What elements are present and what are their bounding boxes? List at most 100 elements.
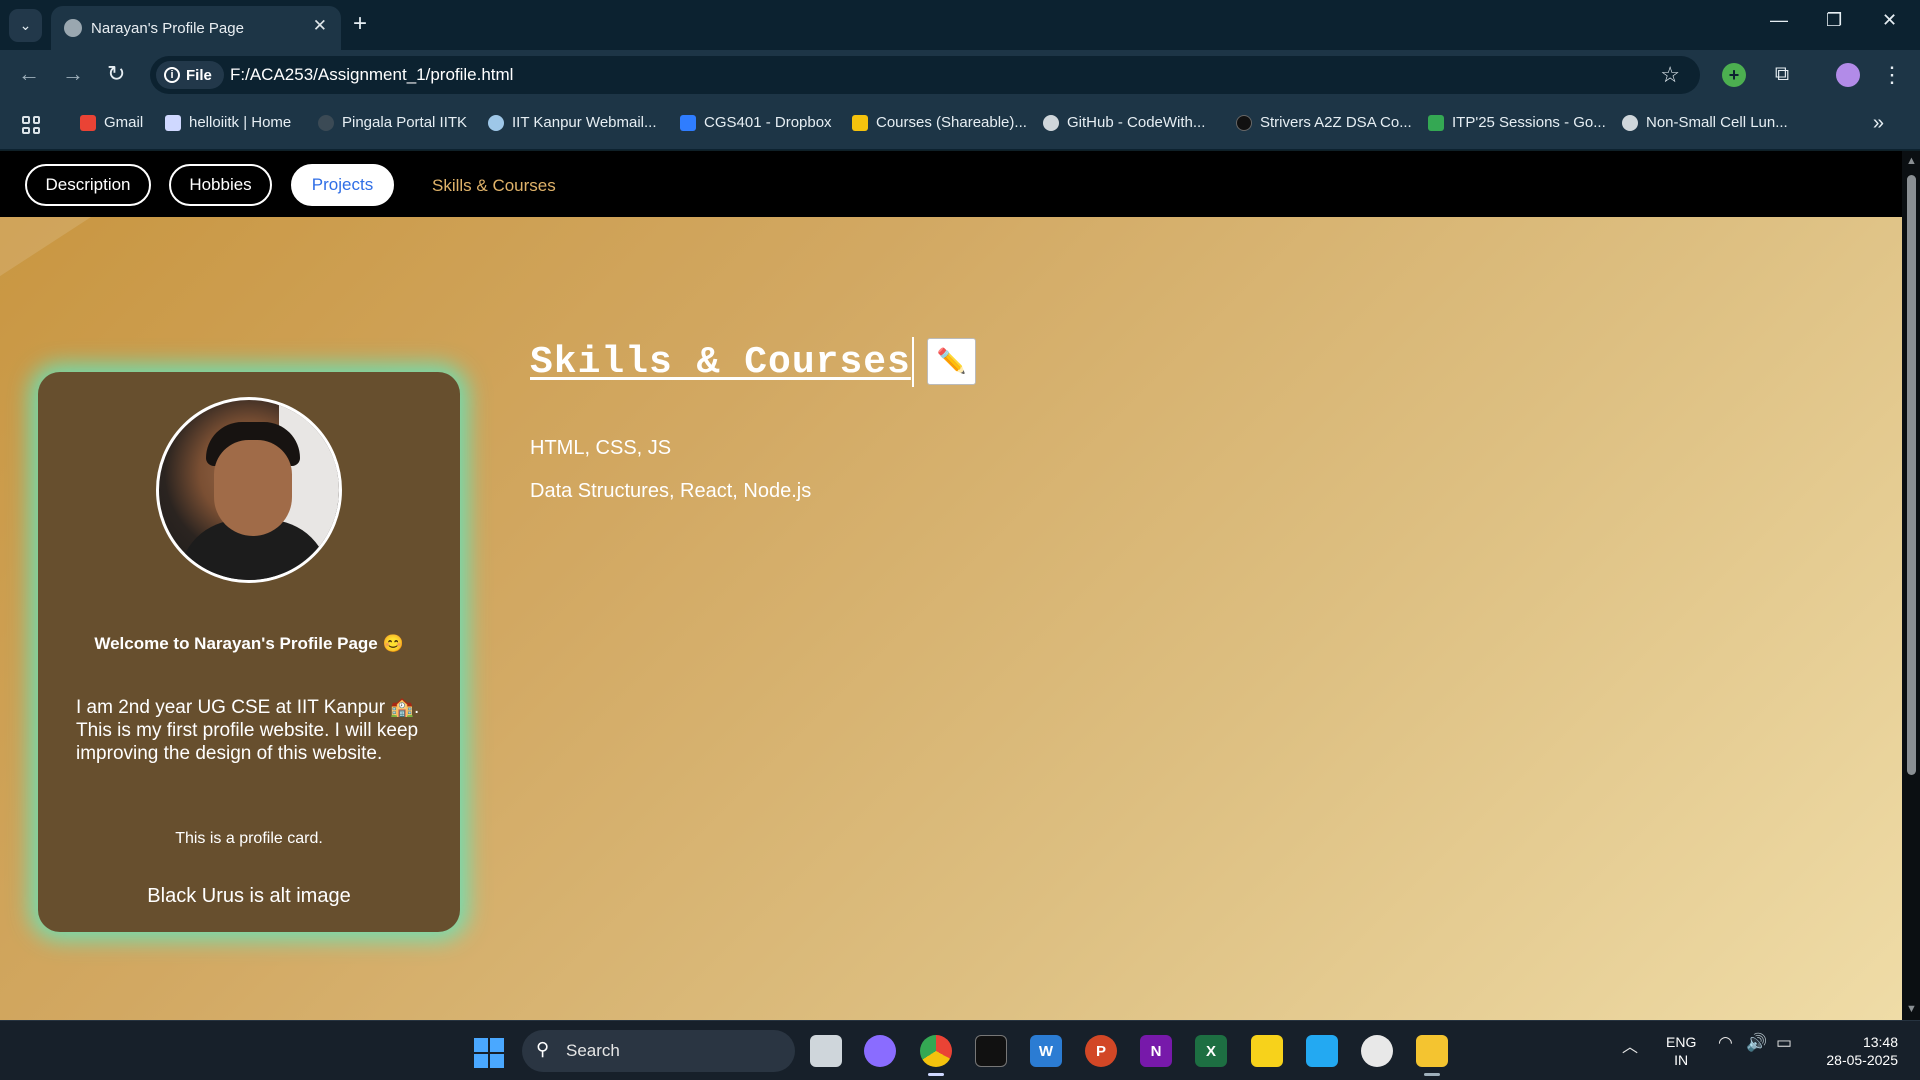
url-text[interactable]: F:/ACA253/Assignment_1/profile.html [230,65,513,85]
back-icon[interactable]: ← [18,62,40,86]
bookmark-webmail[interactable]: IIT Kanpur Webmail... [488,114,657,131]
windows-start-icon[interactable] [474,1038,504,1068]
powerpoint-icon[interactable]: P [1085,1035,1117,1067]
card-alt-text: Black Urus is alt image [147,885,351,907]
nav-description[interactable]: Description [25,164,151,206]
gmail-icon [80,114,96,131]
chrome-icon[interactable] [920,1035,952,1067]
extension-plus-icon[interactable]: + [1722,63,1746,87]
close-window-icon[interactable]: ✕ [1882,10,1897,31]
input-language[interactable]: ENG IN [1666,1033,1696,1069]
bookmark-dropbox[interactable]: CGS401 - Dropbox [680,114,832,131]
pencil-icon: ✏️ [936,348,967,375]
bookmark-label: Pingala Portal IITK [342,114,468,131]
tab-search-button[interactable]: ⌄ [9,9,42,42]
bookmark-label: IIT Kanpur Webmail... [512,114,657,131]
card-title: Welcome to Narayan's Profile Page 😊 [94,634,404,653]
system-clock[interactable]: 13:48 28-05-2025 [1812,1033,1898,1069]
onenote-icon[interactable]: N [1140,1035,1172,1067]
profile-photo [156,397,342,583]
vscode-icon[interactable] [1306,1035,1338,1067]
bookmark-github[interactable]: GitHub - CodeWith... [1043,114,1205,131]
bookmark-courses[interactable]: Courses (Shareable)... [852,114,1027,131]
bookmark-star-icon[interactable]: ☆ [1660,62,1680,88]
minimize-icon[interactable]: — [1770,10,1788,31]
scroll-up-icon[interactable]: ▲ [1906,155,1917,167]
volume-icon[interactable]: 🔊 [1746,1033,1767,1053]
info-icon: i [164,67,180,83]
taskbar: ⚲ Search W P N X ︿ ENG IN ◠ 🔊 ▭ 13:48 28… [0,1020,1920,1080]
bookmarks-overflow-icon[interactable]: » [1873,112,1884,135]
bookmarks-bar: Gmail helloiitk | Home Pingala Portal II… [0,100,1920,150]
page-viewport: Description Hobbies Projects Skills & Co… [0,151,1902,1020]
helloiitk-icon [165,114,181,131]
apps-grid-icon[interactable] [22,116,40,134]
restore-icon[interactable]: ❐ [1826,10,1842,31]
edit-button[interactable]: ✏️ [927,338,976,385]
battery-icon[interactable]: ▭ [1776,1033,1792,1053]
task-view-icon[interactable] [810,1035,842,1067]
dropbox-icon [680,114,696,131]
forward-icon[interactable]: → [62,62,84,86]
clock-time: 13:48 [1862,1034,1898,1050]
terminal-icon[interactable] [975,1035,1007,1067]
text-caret [912,337,914,387]
site-info-chip[interactable]: i File [156,61,224,89]
card-description: I am 2nd year UG CSE at IIT Kanpur 🏫. Th… [76,697,420,764]
taskbar-search[interactable]: ⚲ Search [522,1030,795,1072]
scroll-down-icon[interactable]: ▼ [1906,1003,1917,1015]
nav-hobbies[interactable]: Hobbies [169,164,272,206]
bookmark-strivers[interactable]: Strivers A2Z DSA Co... [1236,114,1412,131]
menu-dots-icon[interactable]: ⋮ [1880,63,1904,87]
tab-title: Narayan's Profile Page [91,19,244,37]
browser-toolbar: ← → ↻ i File F:/ACA253/Assignment_1/prof… [0,50,1920,100]
drive-icon [1428,114,1444,131]
chevron-down-icon: ⌄ [19,17,32,33]
bookmark-gmail[interactable]: Gmail [80,114,143,131]
skill-line-1: HTML, CSS, JS [530,437,672,459]
nav-skills[interactable]: Skills & Courses [432,176,556,196]
reload-icon[interactable]: ↻ [107,62,125,86]
profile-avatar-icon[interactable] [1836,63,1860,87]
tab-strip: ⌄ Narayan's Profile Page ✕ + — ❐ ✕ [0,0,1920,50]
taskbar-search-label: Search [566,1041,620,1060]
wifi-icon[interactable]: ◠ [1718,1033,1733,1053]
file-explorer-icon[interactable] [1416,1035,1448,1067]
sticky-notes-icon[interactable] [1251,1035,1283,1067]
close-tab-icon[interactable]: ✕ [313,16,327,36]
penguin-app-icon[interactable] [1361,1035,1393,1067]
bookmark-nsclc[interactable]: Non-Small Cell Lun... [1622,114,1788,131]
bookmark-pingala[interactable]: Pingala Portal IITK [318,114,467,131]
skills-heading[interactable]: Skills & Courses [530,341,911,384]
browser-tab[interactable]: Narayan's Profile Page ✕ [51,6,341,50]
region-code: IN [1674,1052,1689,1068]
bookmark-helloiitk[interactable]: helloiitk | Home [165,114,291,131]
clock-date: 28-05-2025 [1826,1052,1898,1068]
chrome-active-indicator [928,1073,944,1076]
word-icon[interactable]: W [1030,1035,1062,1067]
bookmark-itp[interactable]: ITP'25 Sessions - Go... [1428,114,1606,131]
address-bar[interactable]: i File F:/ACA253/Assignment_1/profile.ht… [150,56,1700,94]
extensions-puzzle-icon[interactable]: ⧉ [1770,63,1794,87]
drive-icon [852,114,868,131]
new-tab-button[interactable]: + [353,10,367,38]
page-scrollbar[interactable]: ▲ ▼ [1902,151,1920,1020]
scroll-thumb[interactable] [1907,175,1916,775]
excel-icon[interactable]: X [1195,1035,1227,1067]
card-note: This is a profile card. [175,830,323,847]
nav-projects[interactable]: Projects [291,164,394,206]
bookmark-label: Gmail [104,114,144,131]
bookmark-label: helloiitk | Home [189,114,292,131]
bookmark-label: Courses (Shareable)... [876,114,1027,131]
profile-card: Welcome to Narayan's Profile Page 😊 I am… [38,372,460,932]
search-icon: ⚲ [536,1039,550,1059]
bookmark-label: Non-Small Cell Lun... [1646,114,1788,131]
globe-icon [1622,114,1638,131]
bookmark-label: CGS401 - Dropbox [704,114,832,131]
copilot-icon[interactable] [864,1035,896,1067]
webmail-icon [488,114,504,131]
globe-icon [64,19,82,37]
explorer-indicator [1424,1073,1440,1076]
tray-overflow-icon[interactable]: ︿ [1622,1033,1638,1057]
bookmark-label: GitHub - CodeWith... [1067,114,1206,131]
